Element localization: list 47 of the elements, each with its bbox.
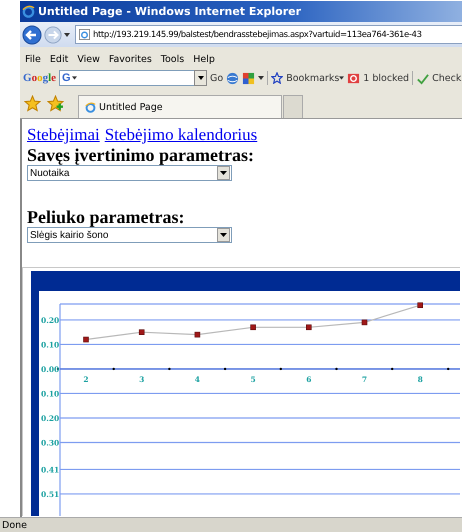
- blocked-popup-icon: [347, 72, 360, 84]
- nav-link[interactable]: Stebėjimai: [27, 125, 100, 145]
- address-field[interactable]: http://193.219.145.99/balstest/bendrasstebejimas.aspx?vartuid=113ea764-361e-43: [75, 25, 462, 44]
- browser-logo-icon: [22, 5, 35, 18]
- page-icon: [79, 29, 90, 40]
- data-point: [83, 336, 89, 342]
- search-field[interactable]: G: [59, 70, 196, 86]
- parameter-heading: Peliuko parametras:: [27, 207, 186, 227]
- dropdown-icon[interactable]: [64, 32, 70, 36]
- go-button[interactable]: Go: [210, 72, 224, 84]
- dropdown-icon[interactable]: [258, 76, 264, 80]
- bookmarks-menu[interactable]: Bookmarks: [286, 72, 340, 84]
- add-favorite-icon[interactable]: [47, 94, 64, 112]
- status-text: Done: [2, 520, 27, 530]
- google-logo: Google: [23, 72, 56, 84]
- globe-icon[interactable]: [226, 72, 240, 84]
- nav-link[interactable]: Stebėjimo kalendorius: [104, 125, 258, 145]
- data-point: [250, 324, 256, 330]
- page-icon: [85, 102, 96, 112]
- caret-icon[interactable]: [339, 76, 344, 80]
- caret-icon: [220, 171, 227, 175]
- menu-item[interactable]: View: [77, 54, 100, 64]
- window-title: Untitled Page - Windows Internet Explorer: [38, 5, 302, 18]
- star-icon: [271, 72, 284, 84]
- menu-item[interactable]: Help: [193, 54, 215, 64]
- parameter-select[interactable]: Slėgis kairio šono: [27, 227, 232, 243]
- data-point: [362, 320, 368, 326]
- favorites-star-icon[interactable]: [24, 94, 41, 112]
- check-button[interactable]: Check: [432, 72, 462, 84]
- menu-item[interactable]: Tools: [160, 54, 184, 64]
- popup-blocker-button[interactable]: 1 blocked: [363, 72, 410, 84]
- menu-item[interactable]: File: [25, 54, 41, 64]
- data-point: [306, 324, 312, 330]
- data-point: [417, 302, 423, 308]
- data-point: [138, 329, 144, 335]
- caret-icon: [198, 76, 204, 80]
- parameter-select[interactable]: Nuotaika: [27, 165, 232, 181]
- spellcheck-icon: [416, 72, 430, 84]
- dropdown-button[interactable]: [194, 70, 208, 86]
- data-point: [194, 332, 200, 338]
- back-button[interactable]: [22, 24, 42, 44]
- parameter-heading: Savęs įvertinimo parametras:: [27, 145, 255, 165]
- browser-tab[interactable]: Untitled Page: [78, 95, 282, 118]
- caret-icon: [220, 233, 227, 237]
- caret-icon[interactable]: [72, 76, 77, 80]
- menu-item[interactable]: Edit: [50, 54, 68, 64]
- menu-item[interactable]: Favorites: [108, 54, 152, 64]
